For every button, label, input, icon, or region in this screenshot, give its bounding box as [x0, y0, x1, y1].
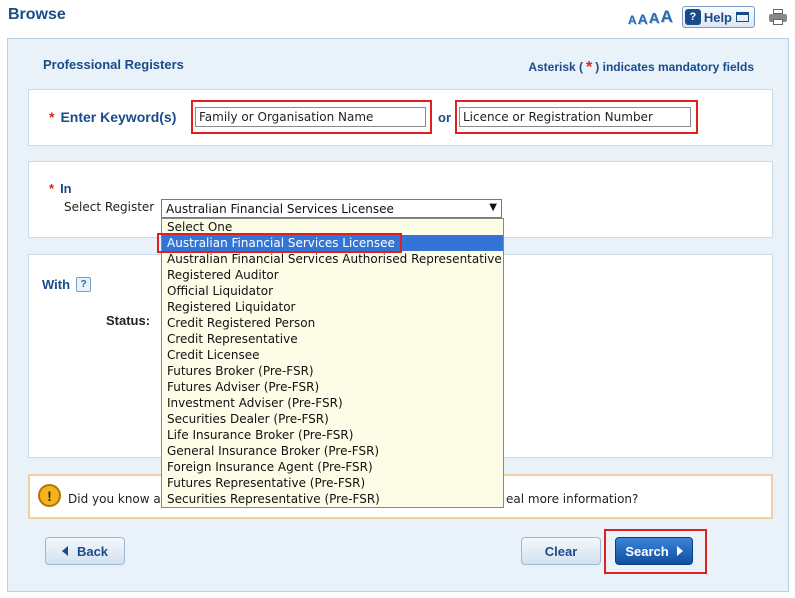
name-input[interactable]: Family or Organisation Name [195, 107, 426, 127]
info-text-link[interactable]: eal more information? [506, 492, 638, 506]
help-icon: ? [684, 9, 701, 25]
chevron-down-icon[interactable]: ▼ [489, 200, 497, 216]
required-asterisk: * [49, 181, 55, 196]
dropdown-option[interactable]: Securities Dealer (Pre-FSR) [162, 411, 503, 427]
section-title: Professional Registers [43, 57, 184, 72]
dropdown-option[interactable]: Australian Financial Services Authorised… [162, 251, 503, 267]
with-label: With ? [42, 277, 92, 292]
font-size-medium[interactable]: A [638, 11, 648, 27]
or-label: or [438, 110, 451, 125]
licence-number-input[interactable]: Licence or Registration Number [459, 107, 691, 127]
search-button[interactable]: Search [615, 537, 693, 565]
dropdown-option[interactable]: Investment Adviser (Pre-FSR) [162, 395, 503, 411]
dropdown-option[interactable]: General Insurance Broker (Pre-FSR) [162, 443, 503, 459]
selected-option-highlight [157, 233, 402, 253]
font-size-small[interactable]: A [628, 13, 637, 27]
arrow-left-icon [61, 546, 68, 556]
info-icon: ! [38, 484, 61, 507]
dropdown-option[interactable]: Futures Representative (Pre-FSR) [162, 475, 503, 491]
asterisk-icon: * [586, 59, 593, 76]
status-label: Status: [106, 313, 151, 328]
register-select[interactable]: Australian Financial Services Licensee ▼ [161, 199, 502, 218]
dropdown-option[interactable]: Securities Representative (Pre-FSR) [162, 491, 503, 507]
select-register-label: Select Register [64, 200, 155, 214]
print-icon[interactable] [769, 9, 787, 25]
dropdown-option[interactable]: Futures Broker (Pre-FSR) [162, 363, 503, 379]
keyword-label: * Enter Keyword(s) [49, 109, 177, 125]
back-button[interactable]: Back [45, 537, 125, 565]
help-label: Help [703, 9, 732, 25]
popup-window-icon [736, 12, 749, 22]
dropdown-option[interactable]: Official Liquidator [162, 283, 503, 299]
help-tooltip-icon[interactable]: ? [76, 277, 92, 292]
register-dropdown-list[interactable]: Select One Australian Financial Services … [161, 218, 504, 508]
dropdown-option[interactable]: Credit Representative [162, 331, 503, 347]
dropdown-option[interactable]: Registered Liquidator [162, 299, 503, 315]
clear-button[interactable]: Clear [521, 537, 601, 565]
info-text: Did you know a [68, 492, 161, 506]
font-size-xlarge[interactable]: A [661, 7, 673, 27]
mandatory-note: Asterisk (*) indicates mandatory fields [528, 59, 754, 76]
text-size-icon[interactable]: A A A A [628, 7, 674, 27]
dropdown-option[interactable]: Credit Licensee [162, 347, 503, 363]
dropdown-option[interactable]: Registered Auditor [162, 267, 503, 283]
dropdown-option[interactable]: Futures Adviser (Pre-FSR) [162, 379, 503, 395]
register-select-value: Australian Financial Services Licensee [166, 202, 394, 216]
font-size-large[interactable]: A [649, 10, 660, 27]
in-label: * In [49, 181, 72, 196]
dropdown-option[interactable]: Credit Registered Person [162, 315, 503, 331]
help-button[interactable]: ? Help [681, 6, 755, 28]
arrow-right-icon [676, 546, 683, 556]
dropdown-option[interactable]: Life Insurance Broker (Pre-FSR) [162, 427, 503, 443]
toolbar: A A A A ? Help [628, 6, 787, 28]
required-asterisk: * [49, 109, 55, 125]
page-title: Browse [8, 6, 66, 23]
dropdown-option[interactable]: Foreign Insurance Agent (Pre-FSR) [162, 459, 503, 475]
